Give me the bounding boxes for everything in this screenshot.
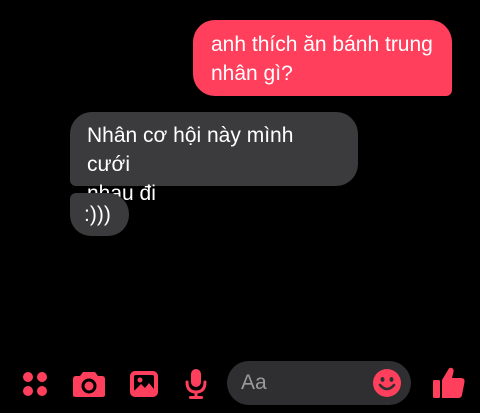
message-input-placeholder: Aa <box>241 371 267 394</box>
image-icon[interactable] <box>129 370 159 398</box>
message-composer: Aa <box>0 355 480 413</box>
emoji-icon[interactable] <box>372 368 402 398</box>
message-line: nhân gì? <box>211 62 293 85</box>
incoming-message-bubble[interactable]: :))) <box>70 193 129 236</box>
menu-grid-icon[interactable] <box>22 371 48 397</box>
microphone-icon[interactable] <box>184 368 208 400</box>
incoming-message-bubble[interactable]: Nhân cơ hội này mình cưới nhau đi <box>70 112 358 205</box>
outgoing-message-bubble[interactable]: anh thích ăn bánh trung nhân gì? <box>193 20 452 96</box>
message-line: Nhân cơ hội này mình cưới <box>87 124 294 176</box>
message-line: anh thích ăn bánh trung <box>211 33 433 56</box>
thumbs-up-icon[interactable] <box>432 366 466 400</box>
camera-icon[interactable] <box>72 370 106 398</box>
message-line: :))) <box>84 203 111 226</box>
chat-screen: anh thích ăn bánh trung nhân gì? Nhân cơ… <box>0 0 480 413</box>
message-input[interactable]: Aa <box>227 361 411 405</box>
